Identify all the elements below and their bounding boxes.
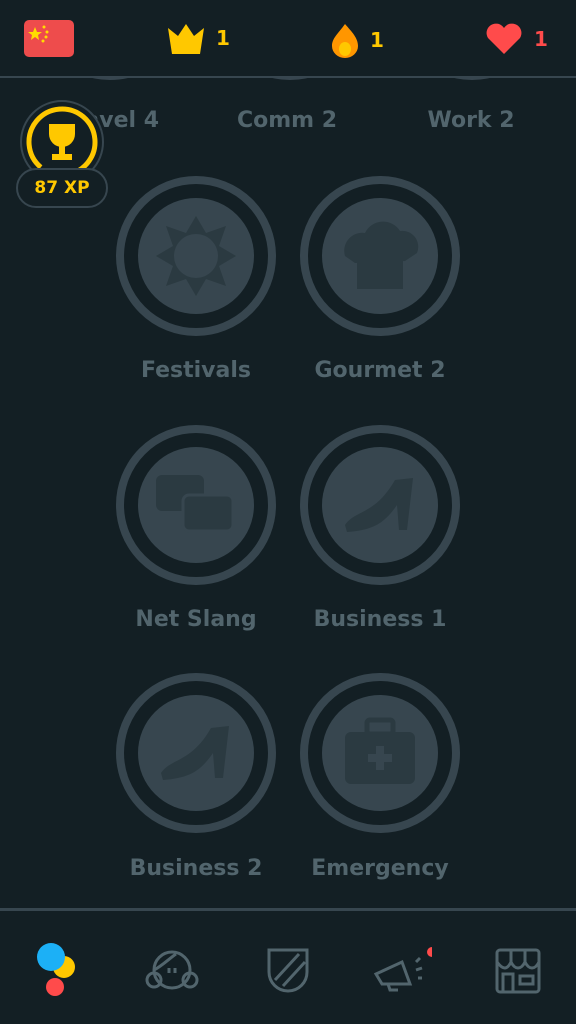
crowns-button[interactable]: 1	[166, 22, 230, 54]
megaphone-icon	[373, 947, 432, 992]
streak-count: 1	[370, 28, 384, 52]
heart-icon	[486, 23, 522, 54]
skill-label: Comm 2	[236, 108, 338, 133]
skill-emergency[interactable]	[300, 673, 460, 833]
hearts-button[interactable]: 1	[484, 22, 548, 56]
streak-button[interactable]: 1	[330, 22, 384, 58]
skill-label: Work 2	[427, 108, 515, 133]
shop-icon	[495, 948, 541, 994]
skill-business-2[interactable]	[116, 673, 276, 833]
nav-news[interactable]	[372, 941, 432, 1001]
learn-dots-icon	[37, 943, 75, 996]
first-aid-kit-icon	[345, 717, 415, 784]
skill-gourmet-2[interactable]	[300, 176, 460, 336]
skill-label: Business 1	[313, 607, 447, 632]
nav-learn[interactable]	[28, 941, 88, 1001]
skill-label: Business 2	[129, 856, 263, 881]
nav-profile[interactable]	[142, 941, 202, 1001]
skill-business-1[interactable]	[300, 425, 460, 585]
course-flag-button[interactable]	[24, 20, 74, 57]
skill-label: Festivals	[140, 358, 252, 383]
crown-icon	[168, 24, 204, 54]
chef-hat-icon	[344, 221, 419, 289]
nav-shop[interactable]	[488, 941, 548, 1001]
flame-icon	[332, 24, 358, 58]
skill-label: Emergency	[311, 856, 449, 881]
sun-icon	[156, 216, 236, 296]
nav-leagues[interactable]	[258, 941, 318, 1001]
crowns-count: 1	[216, 26, 230, 50]
hearts-count: 1	[534, 27, 548, 51]
china-flag-icon	[28, 25, 49, 43]
shield-icon	[267, 948, 309, 993]
high-heel-icon	[161, 726, 229, 780]
xp-badge: 87 XP	[16, 168, 108, 208]
profile-face-icon	[145, 950, 199, 990]
top-bar: 1 1 1	[0, 0, 576, 78]
bottom-nav	[0, 908, 576, 1024]
chat-bubbles-icon	[156, 475, 235, 533]
skill-net-slang[interactable]	[116, 425, 276, 585]
skill-label: Gourmet 2	[314, 358, 446, 383]
high-heel-icon	[345, 478, 413, 532]
skill-festivals[interactable]	[116, 176, 276, 336]
skill-label: Net Slang	[135, 607, 257, 632]
